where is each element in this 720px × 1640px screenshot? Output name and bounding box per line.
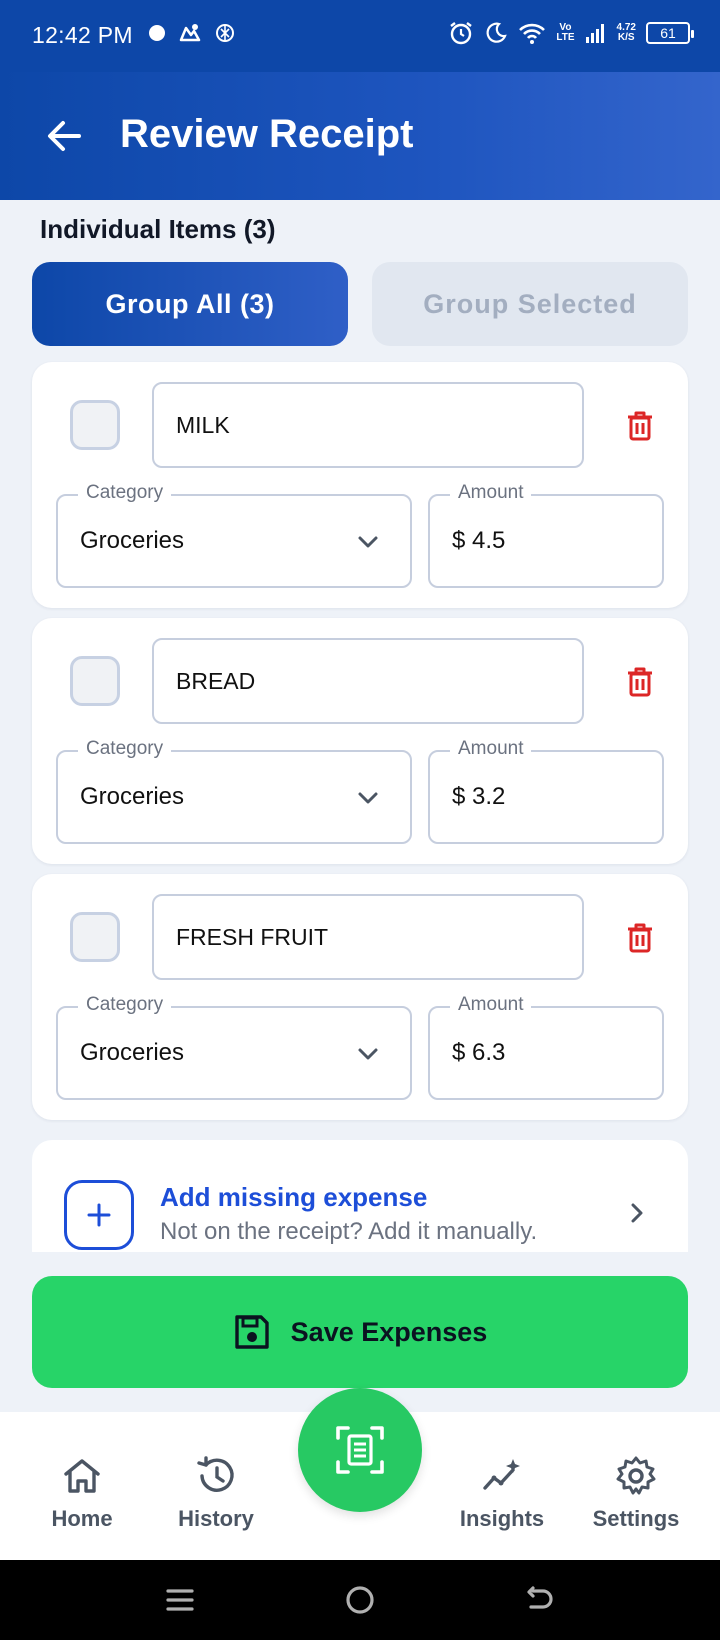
dot-notification-icon xyxy=(149,25,165,41)
insights-icon xyxy=(483,1459,520,1490)
openai-notification-icon xyxy=(216,24,234,42)
item-name-field[interactable]: BREAD xyxy=(152,638,584,724)
item-checkbox[interactable] xyxy=(70,912,120,962)
system-menu-button[interactable] xyxy=(160,1580,200,1620)
delete-item-button[interactable] xyxy=(622,662,658,702)
status-system-icons: Vo LTE 4.72 K/S 61 xyxy=(448,20,694,46)
amount-label: Amount xyxy=(450,482,532,504)
category-select[interactable]: Category Groceries xyxy=(56,738,412,844)
group-selected-button[interactable]: Group Selected xyxy=(372,262,688,346)
volte-bottom-text: LTE xyxy=(556,32,575,43)
alarm-icon xyxy=(450,22,473,45)
nav-home[interactable]: Home xyxy=(22,1454,142,1532)
delete-item-button[interactable] xyxy=(622,406,658,446)
trash-icon xyxy=(628,411,652,441)
item-card: FRESH FRUIT Category Groceries Amount $ … xyxy=(32,874,688,1120)
circle-home-icon xyxy=(346,1586,374,1614)
back-button[interactable] xyxy=(40,112,88,160)
category-label: Category xyxy=(78,994,172,1016)
amount-input[interactable]: Amount $ 3.2 xyxy=(428,738,664,844)
nav-settings[interactable]: Settings xyxy=(576,1454,696,1532)
history-icon xyxy=(197,1456,234,1492)
item-card: BREAD Category Groceries Amount $ 3.2 xyxy=(32,618,688,864)
item-card: MILK Category Groceries Amount $ 4.5 xyxy=(32,362,688,608)
items-section-title: Individual Items (3) xyxy=(40,214,276,244)
home-icon xyxy=(64,1459,100,1493)
nav-home-label: Home xyxy=(51,1506,113,1531)
system-home-button[interactable] xyxy=(340,1580,380,1620)
trash-icon xyxy=(628,667,652,697)
amount-label: Amount xyxy=(450,994,532,1016)
nav-insights-label: Insights xyxy=(459,1506,545,1531)
trash-icon xyxy=(628,923,652,953)
item-checkbox[interactable] xyxy=(70,656,120,706)
amount-value: $ 3.2 xyxy=(452,783,506,810)
amount-label: Amount xyxy=(450,738,532,760)
arrow-left-icon xyxy=(48,121,81,151)
floppy-disk-icon xyxy=(234,1315,269,1349)
save-expenses-button[interactable]: Save Expenses xyxy=(32,1276,688,1388)
category-value: Groceries xyxy=(80,527,185,554)
scan-receipt-button[interactable] xyxy=(298,1388,422,1512)
nav-history-label: History xyxy=(178,1506,254,1531)
add-missing-title: Add missing expense xyxy=(160,1182,428,1212)
save-expenses-label: Save Expenses xyxy=(290,1316,488,1347)
net-speed-unit: K/S xyxy=(617,32,635,43)
menu-icon xyxy=(166,1589,194,1611)
plus-icon xyxy=(87,1203,111,1227)
amount-value: $ 6.3 xyxy=(452,1039,506,1066)
system-back-button[interactable] xyxy=(520,1580,560,1620)
status-notification-icons xyxy=(148,22,236,44)
category-label: Category xyxy=(78,738,172,760)
nav-history[interactable]: History xyxy=(156,1454,276,1532)
category-select[interactable]: Category Groceries xyxy=(56,994,412,1100)
item-name-field[interactable]: MILK xyxy=(152,382,584,468)
wifi-icon xyxy=(519,23,546,44)
battery-icon: 61 xyxy=(646,22,694,44)
item-name-field[interactable]: FRESH FRUIT xyxy=(152,894,584,980)
receipt-review-content[interactable]: Individual Items (3) Group All (3) Group… xyxy=(0,200,720,1252)
nav-insights[interactable]: Insights xyxy=(442,1454,562,1532)
chevron-down-icon xyxy=(358,792,378,804)
chevron-down-icon xyxy=(358,1048,378,1060)
add-expense-plus-button[interactable] xyxy=(64,1180,134,1250)
delete-item-button[interactable] xyxy=(622,918,658,958)
gear-icon xyxy=(616,1456,656,1495)
net-speed: 4.72 K/S xyxy=(617,23,636,43)
page-title: Review Receipt xyxy=(120,112,414,156)
category-select[interactable]: Category Groceries xyxy=(56,482,412,588)
amount-input[interactable]: Amount $ 4.5 xyxy=(428,482,664,588)
app-bar: Review Receipt xyxy=(0,72,720,200)
battery-level: 61 xyxy=(660,25,676,41)
chevron-down-icon xyxy=(358,536,378,548)
category-label: Category xyxy=(78,482,172,504)
chevron-right-icon xyxy=(631,1203,643,1223)
add-missing-expense-card[interactable]: Add missing expense Not on the receipt? … xyxy=(32,1140,688,1252)
amount-input[interactable]: Amount $ 6.3 xyxy=(428,994,664,1100)
status-time: 12:42 PM xyxy=(32,22,133,48)
app-notification-icon xyxy=(179,24,201,42)
system-navigation-bar xyxy=(0,1560,720,1640)
nav-settings-label: Settings xyxy=(592,1506,680,1531)
group-all-button[interactable]: Group All (3) xyxy=(32,262,348,346)
item-checkbox[interactable] xyxy=(70,400,120,450)
back-arrow-icon xyxy=(527,1586,553,1609)
signal-icon xyxy=(585,24,604,43)
add-missing-subtitle: Not on the receipt? Add it manually. xyxy=(160,1218,538,1245)
category-value: Groceries xyxy=(80,1039,185,1066)
amount-value: $ 4.5 xyxy=(452,527,506,554)
do-not-disturb-moon-icon xyxy=(486,22,508,43)
volte-indicator: Vo LTE xyxy=(556,23,574,43)
category-value: Groceries xyxy=(80,783,185,810)
status-bar: 12:42 PM Vo LTE 4.72 K/S 61 xyxy=(0,0,720,72)
scan-receipt-icon xyxy=(336,1426,384,1474)
